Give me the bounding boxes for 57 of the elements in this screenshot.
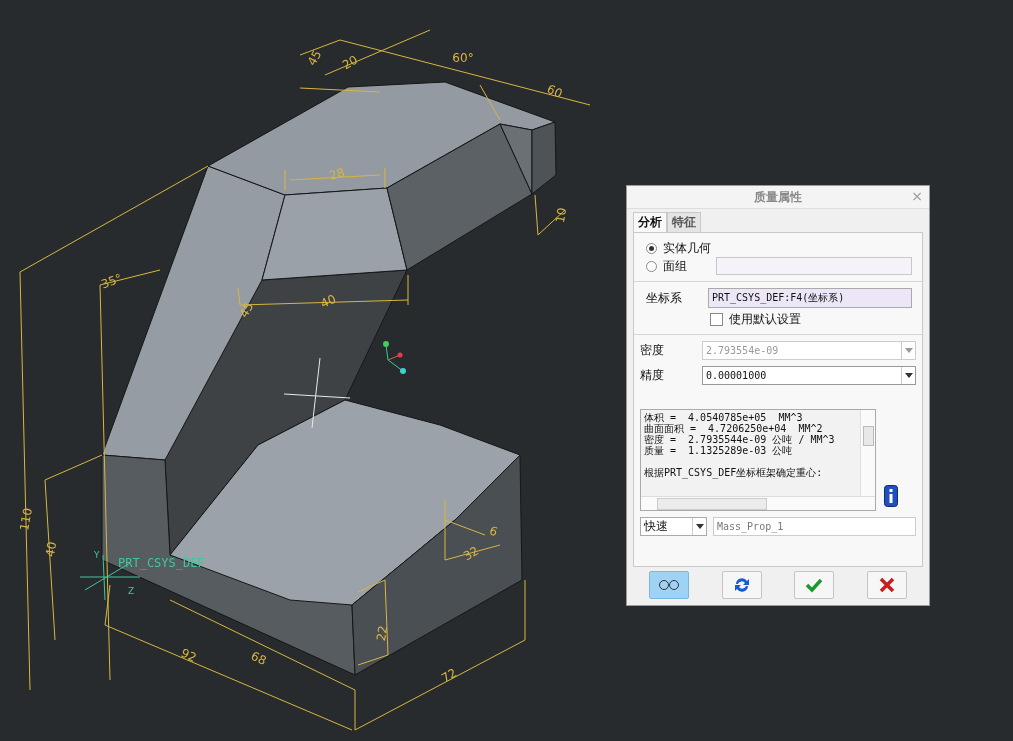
caret-icon — [904, 373, 913, 378]
result-line: 体积 = 4.0540785e+05 MM^3 — [644, 412, 804, 423]
refresh-icon — [732, 576, 751, 594]
dimension-label: 28 — [327, 165, 347, 183]
dimension-label: 72 — [438, 665, 460, 686]
info-icon[interactable] — [884, 485, 898, 507]
dimension-label: 40 — [42, 540, 60, 559]
axis-label: Y — [94, 550, 100, 560]
name-field[interactable]: Mass_Prop_1 — [713, 517, 916, 536]
radio-label: 面组 — [663, 257, 687, 275]
result-line: 密度 = 2.7935544e-09 公吨 / MM^3 — [644, 434, 836, 445]
radio-label: 实体几何 — [663, 239, 711, 257]
dimension-label: 45 — [236, 299, 257, 321]
dimension-label: 22 — [373, 624, 391, 643]
dimension-label: 6 — [487, 523, 500, 540]
dialog-title: 质量属性 — [754, 188, 802, 206]
result-line: 根据PRT_CSYS_DEF坐标框架确定重心: — [644, 467, 824, 478]
radio-button[interactable] — [646, 242, 657, 254]
checkbox[interactable] — [710, 313, 723, 326]
tab[interactable]: 特征 — [667, 212, 701, 232]
mode-dropdown[interactable]: 快速 — [640, 517, 707, 536]
view-axis-icon — [383, 341, 406, 374]
dimension-label: 110 — [17, 506, 35, 532]
dimension-label: 60 — [544, 81, 565, 101]
tab[interactable]: 分析 — [633, 212, 667, 232]
dimension-label: 92 — [178, 645, 199, 665]
glasses-icon — [658, 579, 681, 591]
dimension-label: 10 — [552, 206, 570, 225]
dimension-label: 20 — [339, 52, 361, 73]
caret-icon — [904, 348, 913, 353]
checkbox-label: 使用默认设置 — [729, 311, 801, 328]
caret-icon — [695, 524, 704, 529]
result-line: 曲面面积 = 4.7206250e+04 MM^2 — [644, 423, 824, 434]
coordinate-system-field[interactable]: PRT_CSYS_DEF:F4(坐标系) — [708, 288, 912, 308]
checkmark-icon — [805, 577, 824, 593]
vertical-scrollbar[interactable] — [860, 410, 875, 496]
field-label: 精度 — [640, 367, 665, 384]
surface-set-field[interactable] — [716, 257, 912, 275]
dimension-label: 40 — [318, 291, 339, 311]
ok-button[interactable] — [794, 571, 835, 599]
radio-button[interactable] — [646, 260, 657, 272]
preview-button[interactable] — [649, 571, 690, 599]
result-line: 质量 = 1.1325289e-03 公吨 — [644, 445, 794, 456]
field-label: 坐标系 — [646, 289, 683, 307]
horizontal-scrollbar[interactable] — [641, 496, 875, 510]
axis-label: Z — [128, 586, 135, 596]
field-label: 密度 — [640, 342, 665, 359]
close-icon — [878, 577, 895, 593]
precision-dropdown[interactable]: 0.00001000 — [702, 366, 916, 385]
crosshair-icon — [283, 357, 351, 429]
dimension-label: 32 — [460, 543, 482, 564]
dimension-label: 60° — [452, 51, 474, 65]
dimension-label: 35° — [99, 271, 124, 292]
cancel-button[interactable] — [866, 571, 907, 599]
recompute-button[interactable] — [721, 571, 762, 599]
dimension-label: 68 — [248, 648, 269, 668]
dimension-label: 45 — [304, 47, 325, 69]
